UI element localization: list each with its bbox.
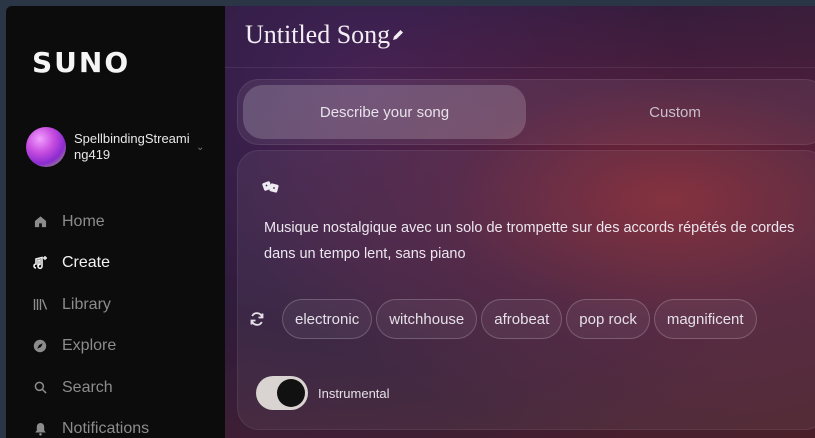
app-window: SUNO SpellbindingStreaming419 ⌄ Home Cre… [6, 6, 815, 438]
home-icon [32, 214, 48, 230]
tag-chip[interactable]: witchhouse [376, 299, 478, 339]
toggle-knob [277, 379, 305, 407]
sidebar-item-notifications[interactable]: Notifications [32, 409, 149, 438]
sidebar-item-create[interactable]: Create [32, 243, 149, 285]
sidebar-item-home[interactable]: Home [32, 201, 149, 243]
sidebar-item-label: Notifications [62, 420, 150, 438]
search-icon [32, 380, 48, 396]
tab-custom[interactable]: Custom [530, 85, 815, 139]
tag-chip[interactable]: magnificent [653, 299, 757, 339]
tag-chip[interactable]: electronic [282, 299, 373, 339]
user-menu[interactable]: SpellbindingStreaming419 ⌄ [26, 126, 216, 168]
sidebar-item-label: Create [62, 254, 111, 272]
sidebar-item-library[interactable]: Library [32, 284, 149, 326]
sidebar-nav: Home Create Library Explore Search Notif… [32, 201, 149, 438]
sidebar-item-search[interactable]: Search [32, 367, 149, 409]
bell-icon [32, 421, 48, 437]
instrumental-label: Instrumental [318, 385, 390, 401]
sidebar: SUNO SpellbindingStreaming419 ⌄ Home Cre… [6, 6, 225, 438]
sidebar-item-explore[interactable]: Explore [32, 326, 149, 368]
sidebar-item-label: Library [62, 295, 111, 313]
suno-logo[interactable]: SUNO [32, 46, 130, 79]
create-icon [32, 255, 48, 271]
tab-describe-your-song[interactable]: Describe your song [243, 85, 526, 139]
avatar [26, 127, 66, 167]
pencil-icon[interactable] [391, 28, 405, 47]
style-tags: electronic witchhouse afrobeat pop rock … [282, 299, 757, 339]
library-icon [32, 297, 48, 313]
header-bar: Untitled Song v4 ▼ [225, 6, 815, 68]
sidebar-item-label: Home [62, 212, 105, 230]
explore-icon [32, 338, 48, 354]
tag-chip[interactable]: pop rock [566, 299, 650, 339]
song-title[interactable]: Untitled Song [245, 20, 390, 50]
username: SpellbindingStreaming419 [74, 131, 190, 162]
song-description-card: Musique nostalgique avec un solo de trom… [237, 150, 815, 430]
create-panel: Untitled Song v4 ▼ Describe your song Cu… [225, 6, 815, 438]
instrumental-toggle[interactable] [256, 376, 308, 410]
sidebar-item-label: Explore [62, 337, 117, 355]
sidebar-item-label: Search [62, 378, 113, 396]
mode-tabs: Describe your song Custom [237, 79, 815, 145]
song-description-input[interactable]: Musique nostalgique avec un solo de trom… [264, 215, 804, 267]
chevron-down-icon: ⌄ [196, 141, 205, 153]
tag-chip[interactable]: afrobeat [481, 299, 563, 339]
dice-icon[interactable] [262, 179, 280, 198]
instrumental-row: Instrumental [256, 376, 390, 410]
refresh-icon[interactable] [249, 311, 265, 332]
